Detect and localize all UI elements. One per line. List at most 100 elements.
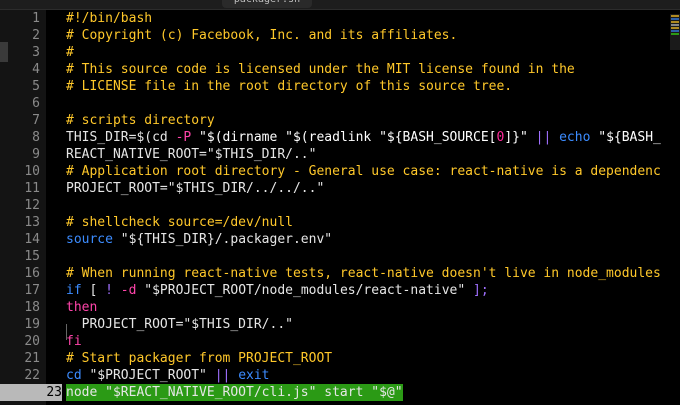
code-line[interactable]: 8 THIS_DIR=$(cd -P "$(dirname "$(readlink… — [0, 129, 670, 146]
code-line[interactable]: 21 # Start packager from PROJECT_ROOT — [0, 350, 670, 367]
code-line[interactable]: 12 — [0, 197, 670, 214]
code-text: source "${THIS_DIR}/.packager.env" — [66, 231, 332, 248]
code-text: # shellcheck source=/dev/null — [66, 214, 293, 231]
line-number: 18 — [0, 299, 40, 316]
code-line[interactable]: 20 fi — [0, 333, 670, 350]
code-token: node "$REACT_NATIVE_ROOT/cli.js" start "… — [66, 385, 403, 400]
code-line[interactable]: 18 then — [0, 299, 670, 316]
minimap-line — [671, 21, 679, 23]
code-token: -d — [120, 283, 137, 298]
line-number-text: 12 — [24, 198, 40, 213]
code-token: || — [535, 130, 552, 145]
line-number-text: 6 — [32, 96, 40, 111]
minimap-line — [671, 33, 679, 35]
tab-packager[interactable]: packager.sh — [222, 0, 312, 8]
code-text: # Start packager from PROJECT_ROOT — [66, 350, 332, 367]
code-token: exit — [230, 368, 270, 383]
line-number-text: 23 — [46, 385, 62, 400]
code-token: [ — [81, 283, 106, 298]
code-text: cd "$PROJECT_ROOT" || exit — [66, 367, 270, 384]
code-token: # LICENSE file in the root directory of … — [66, 79, 513, 94]
minimap-line — [671, 27, 679, 29]
code-line[interactable]: 9 REACT_NATIVE_ROOT="$THIS_DIR/.." — [0, 146, 670, 163]
code-token: # Application root directory - General u… — [66, 164, 661, 179]
line-number: 17 — [0, 282, 40, 299]
minimap-line — [671, 30, 679, 32]
code-token: # This source code is licensed under the… — [66, 62, 575, 77]
code-token: # — [66, 45, 74, 60]
code-token: "$PROJECT_ROOT/node_modules/react-native… — [136, 283, 473, 298]
terminal-editor-window: packager.sh 1 #!/bin/bash 2 # Copyright (c)… — [0, 0, 680, 405]
scrollbar[interactable] — [670, 10, 680, 405]
code-line[interactable]: 4 # This source code is licensed under th… — [0, 61, 670, 78]
code-editor[interactable]: 1 #!/bin/bash 2 # Copyright (c) Facebook, I… — [0, 10, 670, 405]
line-number-text: 21 — [24, 351, 40, 366]
code-token: REACT_NATIVE_ROOT="$THIS_DIR/.." — [66, 147, 317, 162]
line-number: 19 — [0, 316, 40, 333]
minimap[interactable] — [670, 14, 680, 50]
code-text: # When running react-native tests, react… — [66, 265, 661, 282]
code-line[interactable]: 1 #!/bin/bash — [0, 10, 670, 27]
line-number: 8 — [0, 129, 40, 146]
code-token: "$(dirname "$(readlink "${BASH_SOURCE[ — [191, 130, 497, 145]
line-number-text: 15 — [24, 249, 40, 264]
code-token: "$PROJECT_ROOT" — [81, 368, 215, 383]
line-number: 20 — [0, 333, 40, 350]
code-text: THIS_DIR=$(cd -P "$(dirname "$(readlink … — [66, 129, 661, 146]
code-token: ! — [105, 283, 113, 298]
code-line[interactable]: 15 — [0, 248, 670, 265]
line-number-text: 16 — [24, 266, 40, 281]
code-line[interactable]: 2 # Copyright (c) Facebook, Inc. and its … — [0, 27, 670, 44]
code-text: # LICENSE file in the root directory of … — [66, 78, 512, 95]
code-token: echo — [551, 130, 599, 145]
code-line[interactable]: 10 # Application root directory - General… — [0, 163, 670, 180]
code-token: ]}" — [504, 130, 536, 145]
code-text: fi — [66, 333, 82, 350]
line-number: 22 — [0, 367, 40, 384]
code-text: REACT_NATIVE_ROOT="$THIS_DIR/.." — [66, 146, 316, 163]
code-token: "${BASH_ — [598, 130, 661, 145]
line-number: 12 — [0, 197, 40, 214]
code-line[interactable]: 3 # — [0, 44, 670, 61]
code-line[interactable]: 11 PROJECT_ROOT="$THIS_DIR/../../.." — [0, 180, 670, 197]
minimap-line — [671, 24, 679, 26]
line-number-text: 1 — [32, 11, 40, 26]
line-number: 7 — [0, 112, 40, 129]
code-token: if — [66, 283, 82, 298]
code-line[interactable]: 23 node "$REACT_NATIVE_ROOT/cli.js" start… — [0, 384, 670, 401]
line-number: 6 — [0, 95, 40, 112]
line-number-text: 19 — [24, 317, 40, 332]
code-text: # scripts directory — [66, 112, 215, 129]
line-number: 15 — [0, 248, 40, 265]
line-number-text: 14 — [24, 232, 40, 247]
line-number-text: 20 — [24, 334, 40, 349]
code-line[interactable]: 14 source "${THIS_DIR}/.packager.env" — [0, 231, 670, 248]
code-token: -P — [175, 130, 192, 145]
code-line[interactable]: 22 cd "$PROJECT_ROOT" || exit — [0, 367, 670, 384]
code-line[interactable]: 5 # LICENSE file in the root directory of… — [0, 78, 670, 95]
code-token: "${THIS_DIR}/.packager.env" — [112, 232, 333, 247]
code-token: fi — [66, 334, 82, 349]
code-token: # Copyright (c) Facebook, Inc. and its a… — [66, 28, 458, 43]
code-line[interactable]: 6 — [0, 95, 670, 112]
code-text: # Copyright (c) Facebook, Inc. and its a… — [66, 27, 457, 44]
line-number: 9 — [0, 146, 40, 163]
code-text: #!/bin/bash — [66, 10, 152, 27]
code-line[interactable]: 17 if [ ! -d "$PROJECT_ROOT/node_modules/… — [0, 282, 670, 299]
code-text: # Application root directory - General u… — [66, 163, 661, 180]
code-line[interactable]: 13 # shellcheck source=/dev/null — [0, 214, 670, 231]
line-number: 16 — [0, 265, 40, 282]
code-text: PROJECT_ROOT="$THIS_DIR/../../.." — [66, 180, 324, 197]
code-token: # shellcheck source=/dev/null — [66, 215, 293, 230]
line-number-text: 7 — [32, 113, 40, 128]
code-line[interactable]: 16 # When running react-native tests, rea… — [0, 265, 670, 282]
code-line[interactable]: 7 # scripts directory — [0, 112, 670, 129]
line-number-text: 17 — [24, 283, 40, 298]
minimap-line — [671, 18, 679, 20]
line-number: 2 — [0, 27, 40, 44]
line-number: 1 — [0, 10, 40, 27]
line-number-text: 5 — [32, 79, 40, 94]
line-number: 14 — [0, 231, 40, 248]
code-token: #!/bin/bash — [66, 11, 153, 26]
code-line[interactable]: 19 PROJECT_ROOT="$THIS_DIR/.." — [0, 316, 670, 333]
